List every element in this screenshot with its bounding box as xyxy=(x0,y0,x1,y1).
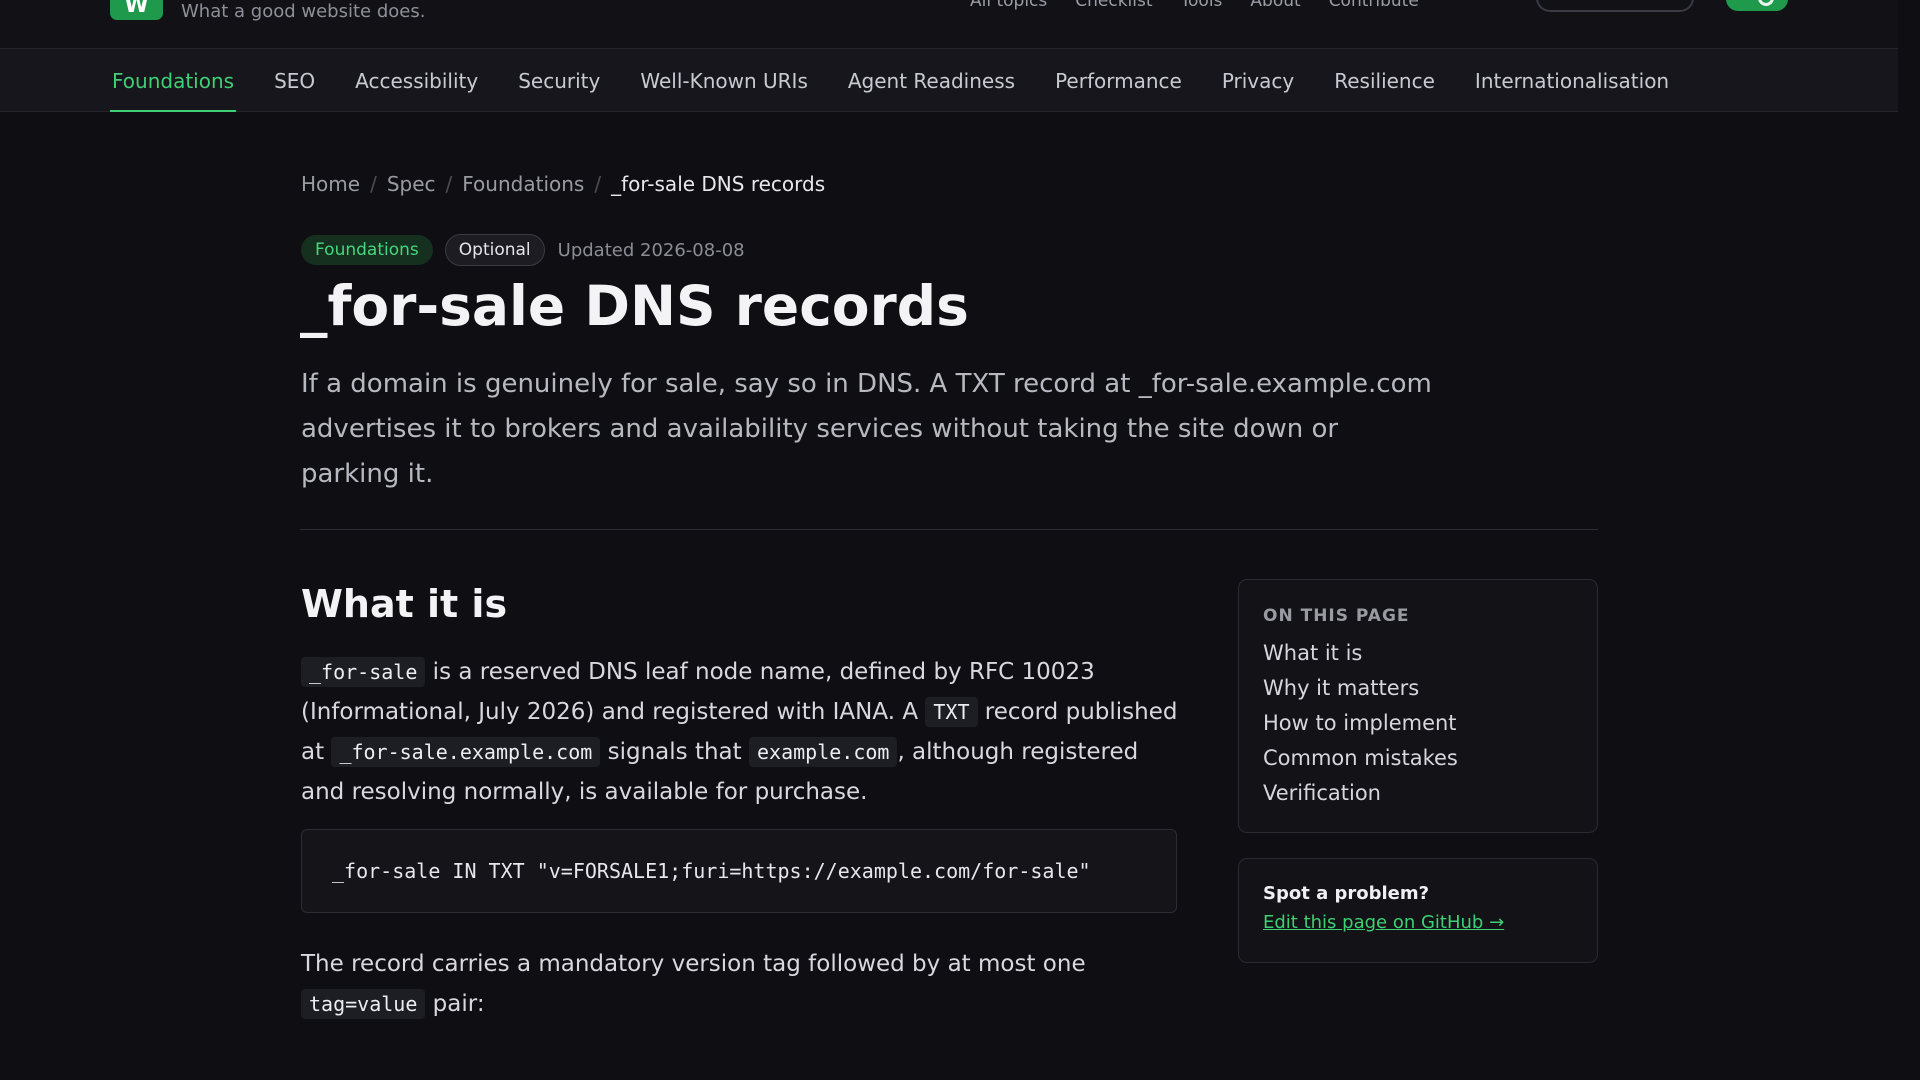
header-link-about[interactable]: About xyxy=(1250,0,1300,11)
site-tagline: What a good website does. xyxy=(181,1,426,22)
paragraph-text: pair: xyxy=(425,991,485,1017)
section-paragraph: _for-sale is a reserved DNS leaf node na… xyxy=(301,652,1181,812)
category-nav-items: Foundations SEO Accessibility Security W… xyxy=(110,49,1671,112)
tab-accessibility[interactable]: Accessibility xyxy=(353,49,480,112)
code-block: _for-sale IN TXT "v=FORSALE1;furi=https:… xyxy=(301,829,1177,913)
inline-code: example.com xyxy=(748,737,898,767)
toc-item-verification[interactable]: Verification xyxy=(1263,776,1573,811)
tab-internationalisation[interactable]: Internationalisation xyxy=(1473,49,1671,112)
breadcrumb-separator: / xyxy=(445,172,453,196)
category-nav: Foundations SEO Accessibility Security W… xyxy=(0,48,1898,112)
section-heading: What it is xyxy=(301,582,508,626)
toc-heading: ON THIS PAGE xyxy=(1263,606,1410,626)
breadcrumb: Home / Spec / Foundations / _for-sale DN… xyxy=(301,172,825,196)
breadcrumb-current: _for-sale DNS records xyxy=(611,172,826,196)
tab-privacy[interactable]: Privacy xyxy=(1220,49,1296,112)
edit-on-github-link[interactable]: Edit this page on GitHub → xyxy=(1263,912,1504,933)
inline-code: tag=value xyxy=(301,989,426,1019)
page-meta: Foundations Optional Updated 2026-08-08 xyxy=(301,234,745,266)
header-link-checklist[interactable]: Checklist xyxy=(1075,0,1152,11)
page-title: _for-sale DNS records xyxy=(300,274,969,338)
toc-item-common-mistakes[interactable]: Common mistakes xyxy=(1263,741,1573,776)
inline-code: _for-sale xyxy=(301,657,426,687)
table-of-contents: ON THIS PAGE What it is Why it matters H… xyxy=(1238,579,1598,833)
header-link-contribute[interactable]: Contribute xyxy=(1329,0,1419,11)
inline-code: _for-sale.example.com xyxy=(331,737,601,767)
inline-code: TXT xyxy=(925,697,978,727)
tab-foundations[interactable]: Foundations xyxy=(110,49,237,112)
toc-item-why-it-matters[interactable]: Why it matters xyxy=(1263,671,1573,706)
level-badge: Optional xyxy=(444,234,545,266)
tab-security[interactable]: Security xyxy=(516,49,602,112)
toc-item-what-it-is[interactable]: What it is xyxy=(1263,636,1573,671)
page: W What a good website does. All topics C… xyxy=(0,0,1920,1080)
updated-date: Updated 2026-08-08 xyxy=(557,239,745,261)
page-lede: If a domain is genuinely for sale, say s… xyxy=(301,369,1432,489)
tab-well-known-uris[interactable]: Well-Known URIs xyxy=(638,49,810,112)
divider xyxy=(300,529,1598,530)
header-link-all-topics[interactable]: All topics xyxy=(970,0,1047,11)
tab-resilience[interactable]: Resilience xyxy=(1332,49,1437,112)
header-nav: All topics Checklist Tools About Contrib… xyxy=(970,0,1419,11)
header-link-tools[interactable]: Tools xyxy=(1181,0,1223,11)
paragraph-text: The record carries a mandatory version t… xyxy=(301,951,1086,977)
theme-toggle[interactable] xyxy=(1726,0,1788,11)
header-search-input[interactable] xyxy=(1536,0,1694,12)
breadcrumb-separator: / xyxy=(370,172,377,196)
breadcrumb-foundations[interactable]: Foundations xyxy=(462,172,584,196)
report-problem-title: Spot a problem? xyxy=(1263,883,1430,904)
tab-agent-readiness[interactable]: Agent Readiness xyxy=(846,49,1017,112)
site-header: W What a good website does. All topics C… xyxy=(0,0,1898,48)
breadcrumb-separator: / xyxy=(594,172,602,196)
breadcrumb-spec[interactable]: Spec xyxy=(387,172,436,196)
paragraph-text: signals that xyxy=(600,739,749,765)
site-logo[interactable]: W xyxy=(110,0,163,20)
toc-item-how-to-implement[interactable]: How to implement xyxy=(1263,706,1573,741)
tab-seo[interactable]: SEO xyxy=(272,49,317,112)
breadcrumb-home[interactable]: Home xyxy=(301,172,360,196)
report-problem-box: Spot a problem? Edit this page on GitHub… xyxy=(1238,858,1598,963)
toggle-knob-icon xyxy=(1758,0,1774,6)
logo-letter: W xyxy=(124,0,149,18)
section-paragraph: The record carries a mandatory version t… xyxy=(301,944,1181,1024)
tab-performance[interactable]: Performance xyxy=(1053,49,1184,112)
category-badge[interactable]: Foundations xyxy=(301,235,433,265)
